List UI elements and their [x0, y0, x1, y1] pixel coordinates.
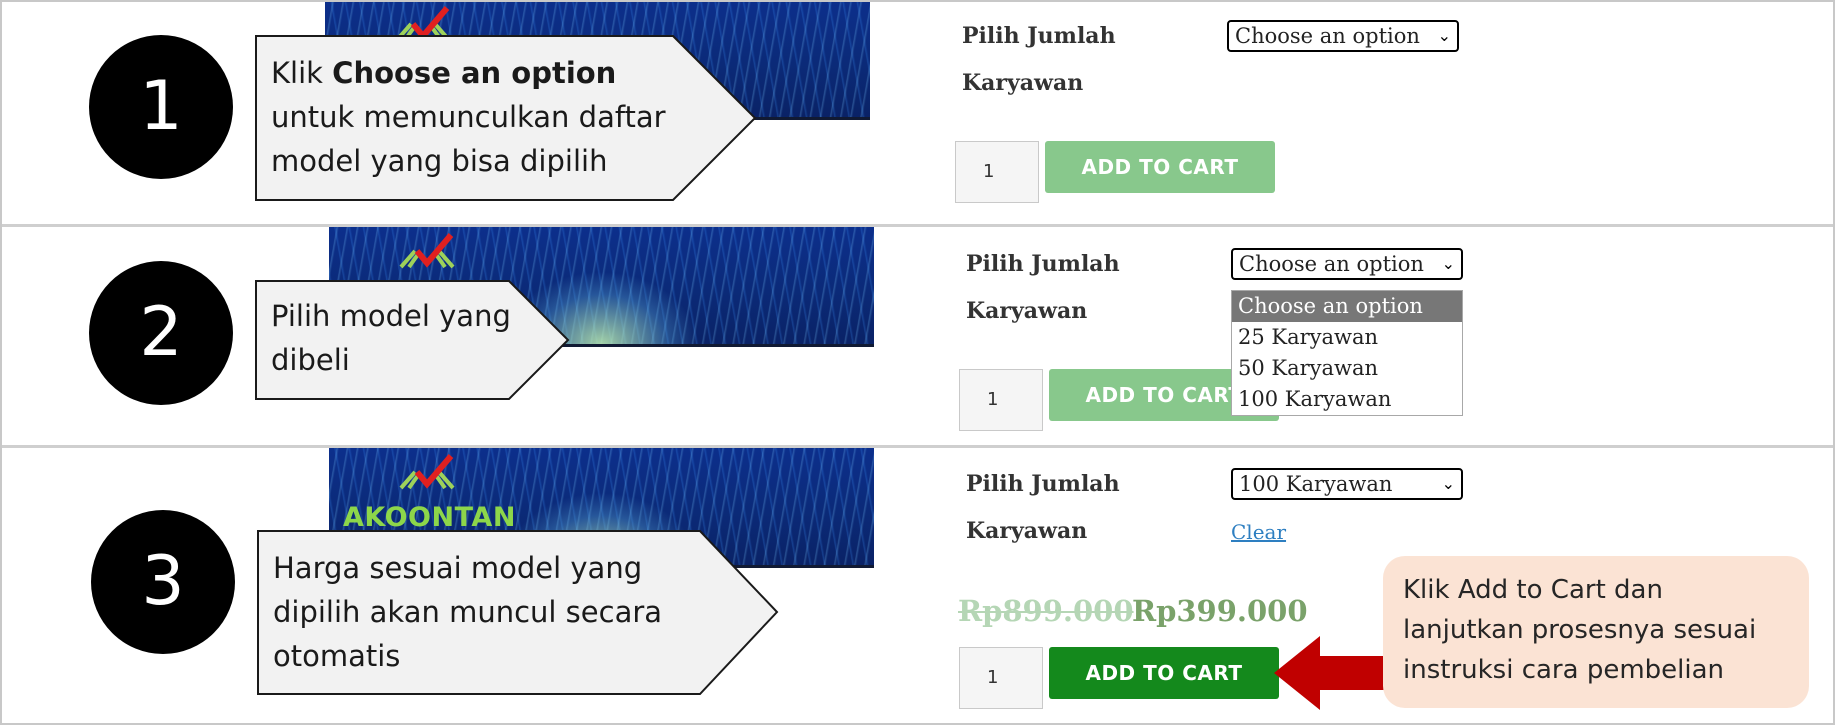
callout-body: untuk memunculkan daftar model yang bisa… [271, 100, 666, 178]
chevron-down-icon: ⌄ [1441, 254, 1455, 273]
employee-count-select[interactable]: 100 Karyawan ⌄ [1231, 468, 1463, 500]
callout-prefix: Klik [271, 56, 333, 90]
callout-bold-text: Choose an option [332, 56, 617, 90]
field-label-line2: Karyawan [966, 518, 1088, 544]
select-value: Choose an option [1239, 252, 1424, 276]
instruction-callout: Pilih model yang dibeli [255, 280, 570, 400]
instruction-callout: Klik Choose an option untuk memunculkan … [255, 35, 757, 201]
option-item[interactable]: 25 Karyawan [1232, 322, 1462, 353]
add-to-cart-button[interactable]: ADD TO CART [1049, 647, 1279, 699]
field-label-line1: Pilih Jumlah [966, 251, 1120, 277]
option-item[interactable]: 100 Karyawan [1232, 384, 1462, 415]
field-label-line2: Karyawan [962, 70, 1084, 96]
chevron-down-icon: ⌄ [1441, 474, 1455, 493]
callout-body: Harga sesuai model yang dipilih akan mun… [273, 551, 663, 673]
book-checkmark-icon [399, 233, 455, 269]
quantity-input[interactable]: 1 [955, 141, 1039, 203]
chevron-down-icon: ⌄ [1437, 26, 1451, 45]
step-1-panel: 1 Klik Choose an option untuk memunculka… [0, 0, 1835, 224]
callout-body: Pilih model yang dibeli [271, 299, 511, 377]
brand-logo-text: AKOONTAN [343, 502, 516, 533]
option-item[interactable]: Choose an option [1232, 291, 1462, 322]
step-number-badge: 2 [89, 261, 233, 405]
select-value: Choose an option [1235, 24, 1420, 48]
employee-count-select[interactable]: Choose an option ⌄ [1231, 248, 1463, 280]
field-label-line1: Pilih Jumlah [966, 471, 1120, 497]
option-item[interactable]: 50 Karyawan [1232, 353, 1462, 384]
book-checkmark-icon [399, 454, 455, 490]
pointer-arrow-icon [1274, 636, 1384, 710]
original-price: Rp899.000 [958, 594, 1134, 628]
field-label-line1: Pilih Jumlah [962, 23, 1116, 49]
quantity-input[interactable]: 1 [959, 369, 1043, 431]
step-2-panel: 2 Pilih model yang dibeli Pilih Jumlah K… [0, 227, 1835, 445]
step-3-panel: 3 AKOONTAN Harga sesuai model yang dipil… [0, 448, 1835, 725]
select-value: 100 Karyawan [1239, 472, 1393, 496]
add-to-cart-instruction-note: Klik Add to Cart dan lanjutkan prosesnya… [1383, 556, 1809, 708]
instruction-callout: Harga sesuai model yang dipilih akan mun… [257, 530, 779, 695]
sale-price: Rp399.000 [1132, 594, 1308, 628]
field-label-line2: Karyawan [966, 298, 1088, 324]
employee-count-select[interactable]: Choose an option ⌄ [1227, 20, 1459, 52]
add-to-cart-button[interactable]: ADD TO CART [1045, 141, 1275, 193]
quantity-input[interactable]: 1 [959, 647, 1043, 709]
employee-count-options-list: Choose an option 25 Karyawan 50 Karyawan… [1231, 290, 1463, 416]
step-number-badge: 1 [89, 35, 233, 179]
step-number-badge: 3 [91, 510, 235, 654]
clear-selection-link[interactable]: Clear [1231, 520, 1286, 544]
